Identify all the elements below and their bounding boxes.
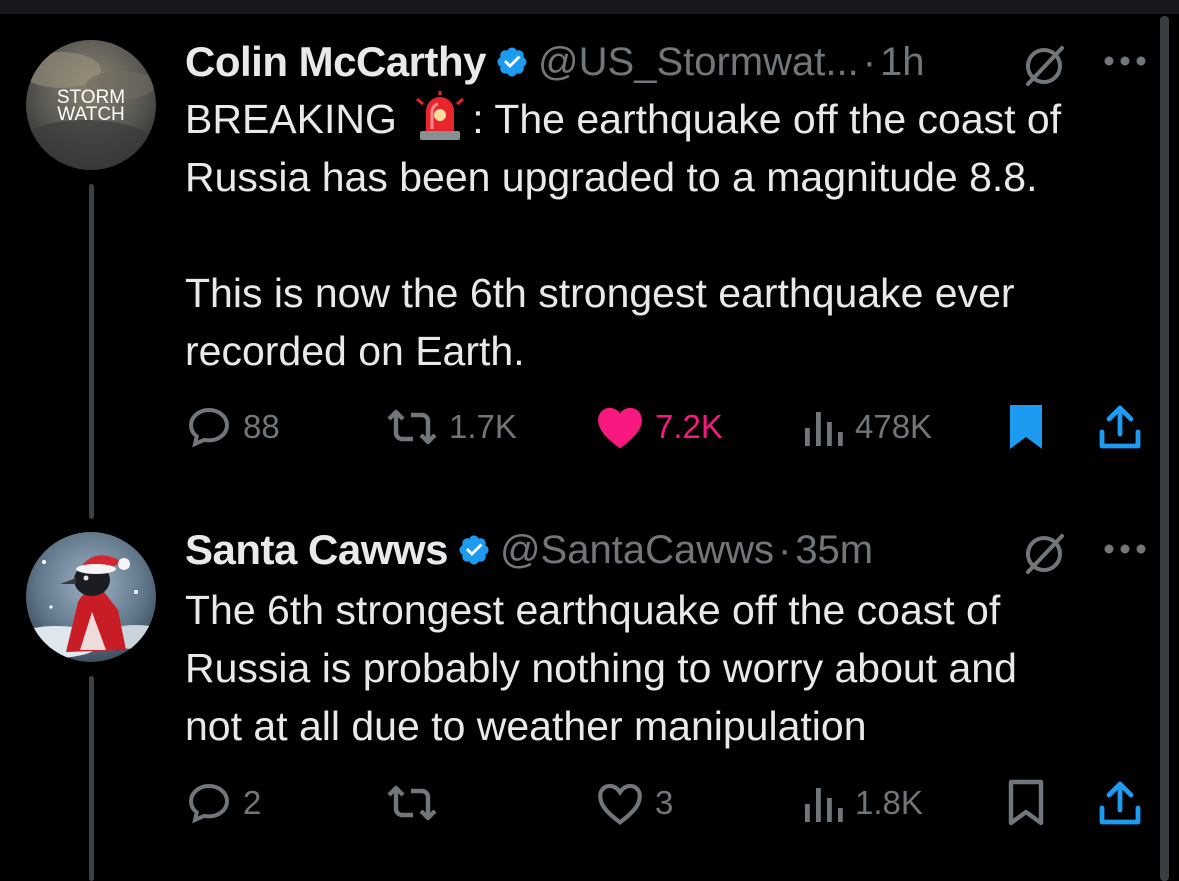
tweet-text: BREAKING : The earthquake off the coast … [185,90,1061,380]
avatar[interactable] [26,532,156,662]
action-bar: 88 1.7K 7.2K 478K [185,402,1145,452]
reply-count: 88 [243,408,280,445]
reply-button[interactable]: 88 [185,402,280,452]
handle[interactable]: @US_Stormwat... [538,40,859,85]
siren-emoji [414,91,466,141]
like-button[interactable]: 7.2K [595,402,723,452]
more-icon[interactable] [1102,54,1148,73]
scrollbar[interactable] [1160,16,1169,881]
repost-button[interactable]: 1.7K [385,402,517,452]
heart-filled-icon [598,407,642,449]
views-button[interactable]: 478K [803,402,932,452]
reply-count: 2 [243,784,262,821]
text-line [185,206,1061,264]
reply-icon [188,407,230,448]
tweet-header: Colin McCarthy @US_Stormwat... · 1h [185,36,925,88]
tweet-text: The 6th strongest earthquake off the coa… [185,581,1017,755]
more-icon[interactable] [1102,542,1148,561]
handle[interactable]: @SantaCawws [500,528,774,573]
text-line: The 6th strongest earthquake off the coa… [185,587,1001,633]
verified-badge-icon [495,45,529,79]
text-line: Russia is probably nothing to worry abou… [185,645,1017,691]
views-icon [805,788,843,822]
like-button[interactable]: 3 [595,778,673,828]
grok-icon[interactable] [1018,40,1070,97]
share-icon [1099,405,1141,449]
views-count: 1.8K [855,784,923,821]
separator-dot: · [777,527,792,572]
text-line: recorded on Earth. [185,328,525,374]
like-count: 3 [655,784,674,821]
text-line: This is now the 6th strongest earthquake… [185,270,1015,316]
reply-button[interactable]: 2 [185,778,261,828]
repost-icon [387,409,437,445]
avatar-label: WATCH [57,104,125,125]
bookmark-filled-icon [1010,405,1042,449]
action-bar: 2 3 1.8K [185,778,1145,828]
thread-line [89,676,94,881]
repost-count: 1.7K [449,408,517,445]
bookmark-button[interactable] [1005,778,1047,828]
bookmark-button[interactable] [1005,402,1047,452]
repost-icon [387,785,437,821]
share-button[interactable] [1098,778,1142,828]
views-button[interactable]: 1.8K [803,778,923,828]
like-count: 7.2K [655,408,723,445]
text-line: BREAKING : The earthquake off the coast … [185,90,1061,148]
views-count: 478K [855,408,933,445]
reply-icon [188,783,230,824]
thread-line [89,184,94,519]
grok-icon[interactable] [1018,528,1070,585]
verified-badge-icon [457,533,491,567]
bookmark-icon [1008,779,1044,826]
heart-icon [598,783,642,825]
top-bar [0,0,1179,14]
display-name[interactable]: Santa Cawws [185,526,448,574]
share-button[interactable] [1098,402,1142,452]
text-fragment: : The earthquake off the coast of [472,96,1062,142]
views-icon [805,412,843,446]
text-fragment: BREAKING [185,96,409,142]
text-line: not at all due to weather manipulation [185,703,867,749]
avatar[interactable]: STORM WATCH [26,40,156,170]
timestamp[interactable]: 35m [795,528,873,573]
tweet-header: Santa Cawws @SantaCawws · 35m [185,524,873,576]
repost-button[interactable] [385,778,449,828]
share-icon [1099,781,1141,825]
text-line: Russia has been upgraded to a magnitude … [185,154,1038,200]
separator-dot: · [862,39,877,84]
timestamp[interactable]: 1h [880,40,925,85]
display-name[interactable]: Colin McCarthy [185,38,487,86]
